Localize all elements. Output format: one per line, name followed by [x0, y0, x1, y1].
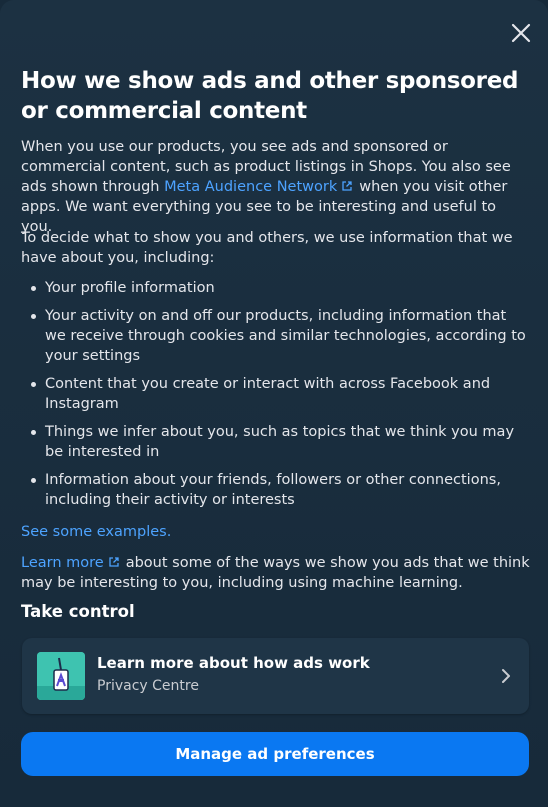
- bullet-dot: [31, 478, 36, 483]
- meta-audience-network-link[interactable]: Meta Audience Network: [164, 179, 359, 195]
- decide-paragraph: To decide what to show you and others, w…: [21, 230, 513, 266]
- ads-illustration-icon: [37, 652, 85, 700]
- examples-row: See some examples.: [21, 522, 531, 542]
- meta-audience-network-label: Meta Audience Network: [164, 179, 338, 195]
- card-subtitle: Privacy Centre: [97, 678, 199, 694]
- list-item-text: Information about your friends, follower…: [45, 472, 501, 508]
- bullet-dot: [31, 430, 36, 435]
- intro-paragraph: When you use our products, you see ads a…: [21, 137, 531, 237]
- list-item-text: Your profile information: [45, 280, 215, 296]
- bullet-dot: [31, 286, 36, 291]
- list-item: Content that you create or interact with…: [21, 374, 531, 414]
- bullet-dot: [31, 314, 36, 319]
- external-link-icon: [109, 557, 119, 567]
- list-item-text: Things we infer about you, such as topic…: [45, 424, 515, 460]
- see-examples-link[interactable]: See some examples.: [21, 524, 171, 540]
- learn-more-label: Learn more: [21, 555, 104, 571]
- chevron-right-icon: [502, 669, 510, 683]
- external-link-icon: [342, 181, 352, 191]
- info-bullet-list: Your profile information Your activity o…: [21, 278, 531, 518]
- list-item-text: Your activity on and off our products, i…: [45, 308, 526, 364]
- learn-paragraph: Learn more about some of the ways we show…: [21, 553, 531, 593]
- close-button[interactable]: [508, 20, 534, 46]
- how-ads-work-card[interactable]: Learn more about how ads work Privacy Ce…: [22, 638, 529, 714]
- bullet-dot: [31, 382, 36, 387]
- list-item-text: Content that you create or interact with…: [45, 376, 491, 412]
- list-item: Your activity on and off our products, i…: [21, 306, 531, 366]
- list-item: Your profile information: [21, 278, 531, 298]
- take-control-heading: Take control: [21, 602, 135, 621]
- manage-ad-preferences-button[interactable]: Manage ad preferences: [21, 732, 529, 776]
- list-item: Things we infer about you, such as topic…: [21, 422, 531, 462]
- list-item: Information about your friends, follower…: [21, 470, 531, 510]
- close-icon: [511, 23, 531, 43]
- learn-more-link[interactable]: Learn more: [21, 555, 126, 571]
- dialog-title: How we show ads and other sponsored or c…: [21, 68, 519, 124]
- card-title: Learn more about how ads work: [97, 654, 370, 672]
